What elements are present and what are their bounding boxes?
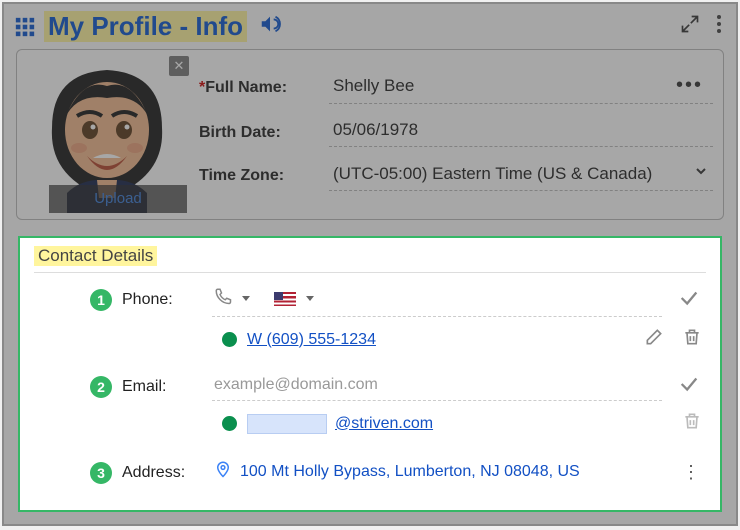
expand-icon[interactable] [676,10,704,43]
address-row: 3 Address: 100 Mt Holly Bypass, Lumberto… [34,452,706,493]
step-badge-1: 1 [90,289,112,311]
primary-indicator-icon [222,332,237,347]
time-zone-field[interactable]: (UTC-05:00) Eastern Time (US & Canada) [329,161,713,191]
country-flag-us-icon[interactable] [274,292,296,306]
apps-grid-icon[interactable] [14,16,36,38]
phone-label: Phone: [122,291,202,309]
step-badge-2: 2 [90,376,112,398]
delete-phone-icon[interactable] [678,327,706,352]
edit-phone-icon[interactable] [640,327,668,352]
page-header: My Profile - Info [4,4,736,45]
avatar[interactable]: ✕ Upload [27,58,187,213]
address-label: Address: [122,464,202,482]
birth-date-label: Birth Date: [199,124,329,142]
address-link[interactable]: 100 Mt Holly Bypass, Lumberton, NJ 08048… [240,463,580,481]
email-row: 2 Email: example@domain.com [34,368,706,405]
email-redacted [247,414,327,434]
email-label: Email: [122,378,202,396]
email-placeholder: example@domain.com [214,376,378,394]
email-link[interactable]: @striven.com [335,415,433,433]
email-confirm-icon[interactable] [672,373,706,400]
delete-email-icon[interactable] [678,411,706,436]
speaker-icon[interactable] [259,13,281,40]
contact-details-title: Contact Details [34,246,157,266]
avatar-remove-button[interactable]: ✕ [169,56,189,76]
contact-details-panel: Contact Details 1 Phone: W (609) 555- [18,236,722,512]
chevron-down-icon[interactable] [693,163,709,184]
email-entry-row: @striven.com [34,405,706,442]
phone-type-icon[interactable] [214,287,232,310]
email-input[interactable]: example@domain.com [212,372,662,401]
address-more-icon[interactable]: ⋮ [676,462,706,483]
full-name-more-icon[interactable]: ••• [676,74,709,97]
time-zone-label: Time Zone: [199,167,329,185]
birth-date-field[interactable]: 05/06/1978 [329,118,713,147]
phone-row: 1 Phone: [34,279,706,321]
page-title: My Profile - Info [44,11,247,42]
profile-card: ✕ Upload *Full Name: Shelly Bee ••• Birt… [16,49,724,220]
header-more-icon[interactable] [712,10,726,43]
full-name-label: *Full Name: [199,79,329,97]
map-pin-icon[interactable] [214,460,232,483]
primary-indicator-icon [222,416,237,431]
upload-button[interactable]: Upload [49,185,187,213]
phone-type-caret-icon[interactable] [242,296,250,301]
step-badge-3: 3 [90,462,112,484]
phone-number-link[interactable]: W (609) 555-1234 [247,331,376,349]
country-caret-icon[interactable] [306,296,314,301]
phone-input[interactable] [212,283,662,317]
address-field: 100 Mt Holly Bypass, Lumberton, NJ 08048… [212,456,666,489]
phone-confirm-icon[interactable] [672,287,706,314]
full-name-field[interactable]: Shelly Bee ••• [329,72,713,104]
phone-entry-row: W (609) 555-1234 [34,321,706,358]
